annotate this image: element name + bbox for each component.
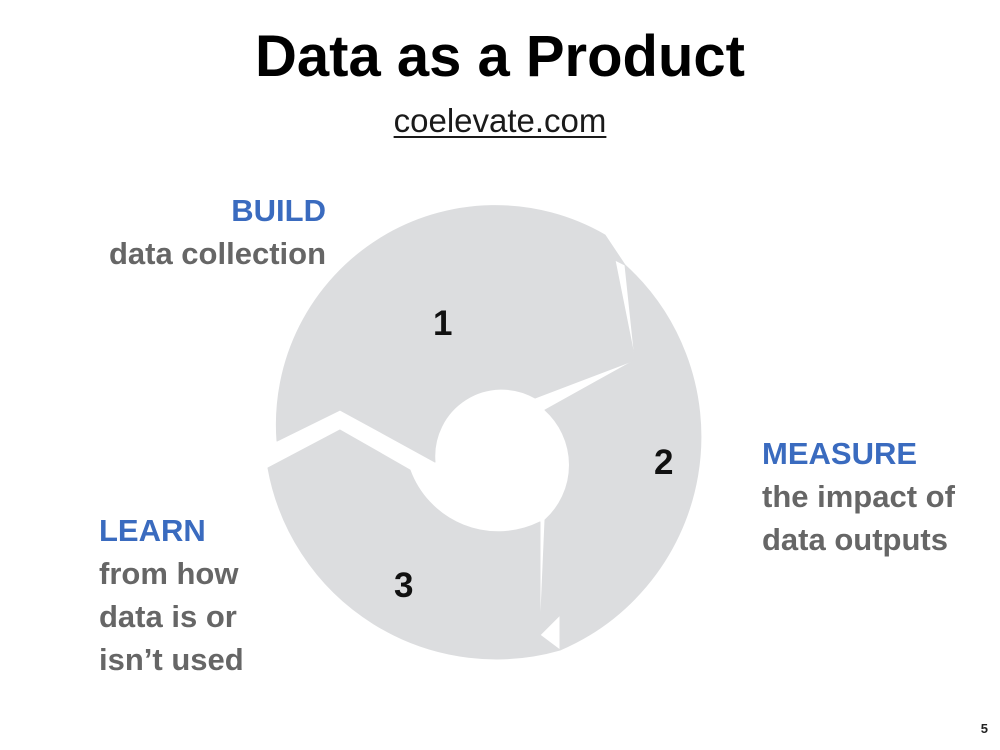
step-learn: LEARN from how data is or isn’t used	[99, 509, 244, 681]
cycle-arrow-learn	[267, 429, 561, 660]
step-build-description: data collection	[108, 236, 326, 271]
page-number: 5	[980, 721, 988, 736]
step-number-1: 1	[433, 304, 453, 343]
step-number-2: 2	[654, 443, 674, 482]
step-learn-heading: LEARN	[99, 513, 206, 548]
step-build-heading: BUILD	[231, 193, 326, 228]
step-measure-heading: MEASURE	[762, 436, 918, 471]
step-measure: MEASURE the impact of data outputs	[762, 432, 955, 561]
step-measure-description: the impact of data outputs	[762, 479, 955, 557]
step-learn-description: from how data is or isn’t used	[99, 556, 244, 677]
step-number-3: 3	[394, 566, 414, 605]
step-build: BUILD data collection	[109, 189, 326, 275]
